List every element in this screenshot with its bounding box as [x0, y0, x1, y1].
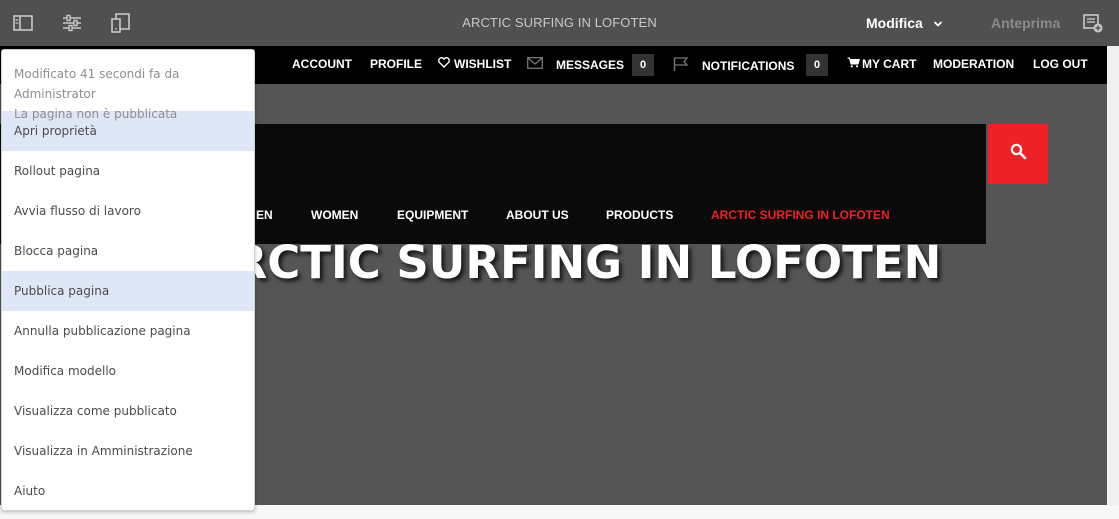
cart-icon — [847, 57, 861, 71]
mode-selector[interactable]: Modifica — [866, 13, 943, 33]
flag-icon — [673, 57, 689, 74]
nav-cart[interactable]: MY CART — [847, 57, 916, 71]
scrollbar[interactable] — [1107, 46, 1119, 505]
nav-cart-label: MY CART — [862, 57, 917, 71]
page-info-menu: Modificato 41 secondi fa da Administrato… — [1, 49, 255, 511]
nav-profile[interactable]: PROFILE — [370, 57, 422, 71]
menu-edit-template[interactable]: Modifica modello — [2, 351, 254, 391]
menu-publish-page[interactable]: Pubblica pagina — [2, 271, 254, 311]
page-title: ARCTIC SURFING IN LOFOTEN — [462, 15, 657, 30]
main-nav-women[interactable]: WOMEN — [311, 208, 358, 222]
nav-logout[interactable]: LOG OUT — [1033, 57, 1088, 71]
main-nav-men[interactable]: EN — [256, 208, 273, 222]
nav-account[interactable]: ACCOUNT — [292, 57, 352, 71]
main-nav-products[interactable]: PRODUCTS — [606, 208, 673, 222]
search-icon — [1010, 143, 1027, 165]
menu-view-as-published[interactable]: Visualizza come pubblicato — [2, 391, 254, 431]
modified-info: Modificato 41 secondi fa da Administrato… — [14, 67, 180, 101]
preview-button[interactable]: Anteprima — [991, 15, 1060, 31]
menu-unpublish-page[interactable]: Annulla pubblicazione pagina — [2, 311, 254, 351]
nav-notifications[interactable]: NOTIFICATIONS — [673, 57, 794, 74]
messages-count-badge: 0 — [632, 54, 654, 76]
menu-rollout-page[interactable]: Rollout pagina — [2, 151, 254, 191]
notifications-count-badge: 0 — [806, 54, 828, 76]
nav-notifications-label: NOTIFICATIONS — [702, 58, 795, 73]
page-info-status: Modificato 41 secondi fa da Administrato… — [2, 50, 254, 121]
main-nav-equipment[interactable]: EQUIPMENT — [397, 208, 468, 222]
heart-icon — [438, 57, 450, 71]
main-nav-current-page[interactable]: ARCTIC SURFING IN LOFOTEN — [711, 208, 890, 222]
nav-messages[interactable]: MESSAGES — [527, 57, 624, 72]
nav-wishlist-label: WISHLIST — [454, 57, 512, 71]
menu-lock-page[interactable]: Blocca pagina — [2, 231, 254, 271]
main-nav-about[interactable]: ABOUT US — [506, 208, 569, 222]
envelope-icon — [527, 57, 543, 72]
annotate-icon[interactable] — [1082, 12, 1104, 34]
nav-wishlist[interactable]: WISHLIST — [438, 57, 511, 71]
menu-start-workflow[interactable]: Avvia flusso di lavoro — [2, 191, 254, 231]
search-button[interactable] — [988, 124, 1048, 184]
editor-toolbar: ARCTIC SURFING IN LOFOTEN Modifica Antep… — [0, 0, 1119, 46]
nav-messages-label: MESSAGES — [556, 57, 625, 72]
menu-view-in-admin[interactable]: Visualizza in Amministrazione — [2, 431, 254, 471]
menu-help[interactable]: Aiuto — [2, 471, 254, 511]
mode-label: Modifica — [866, 15, 923, 31]
nav-moderation[interactable]: MODERATION — [933, 57, 1014, 71]
chevron-down-icon — [933, 15, 943, 31]
